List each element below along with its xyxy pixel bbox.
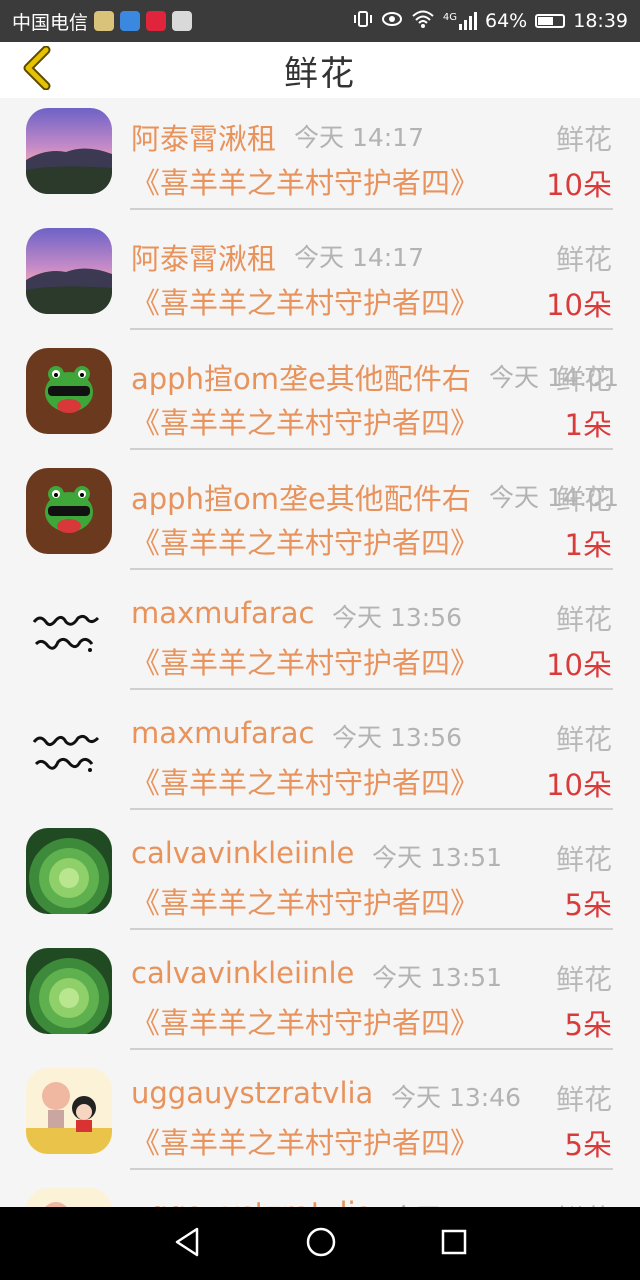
vibrate-icon (353, 9, 373, 34)
app-icon-box (172, 11, 193, 31)
back-button[interactable] (14, 45, 58, 94)
list-item[interactable]: uggauystzratvlia 今天 13:46 鲜花《喜羊羊之羊村守护者四》 5朵 (0, 1058, 640, 1178)
list-item[interactable]: calvavinkleiinle 今天 13:51 鲜花《喜羊羊之羊村守护者四》 5朵 (0, 938, 640, 1058)
flower-count: 5朵 (564, 1008, 612, 1042)
row-divider (130, 928, 613, 930)
gift-title: 《喜羊羊之羊村守护者四》 (131, 286, 480, 320)
app-icon-blue (120, 11, 141, 31)
header-bar: 鲜花 (0, 42, 640, 98)
gift-category: 鲜花 (556, 1198, 612, 1207)
flower-count: 5朵 (564, 888, 612, 922)
gift-category: 鲜花 (555, 1083, 612, 1116)
row-divider (130, 808, 613, 810)
sender-name: 阿泰霄湫租 (131, 122, 277, 156)
chevron-left-icon (20, 45, 52, 94)
row-divider (130, 1048, 613, 1050)
avatar[interactable] (26, 108, 112, 194)
sender-name: calvavinkleiinle (131, 956, 355, 990)
sender-name: calvavinkleiinle (131, 836, 355, 870)
send-time: 今天 13:46 (391, 1083, 521, 1112)
list-item[interactable]: calvavinkleiinle 今天 13:51 鲜花《喜羊羊之羊村守护者四》 5朵 (0, 818, 640, 938)
flower-count: 10朵 (546, 168, 612, 202)
sender-name: apph揎om垄e其他配件右 (131, 482, 471, 516)
send-time: 今天 14:17 (294, 123, 424, 152)
network-type-label: 4G (442, 12, 457, 23)
avatar[interactable] (26, 708, 112, 794)
sender-name: apph揎om垄e其他配件右 (131, 362, 471, 396)
battery-percent: 64% (485, 10, 528, 32)
gift-title: 《喜羊羊之羊村守护者四》 (131, 646, 480, 680)
send-time: 今天 13:46 (391, 1198, 521, 1207)
gift-category: 鲜花 (555, 363, 612, 396)
gift-category: 鲜花 (555, 123, 612, 156)
square-recent-icon[interactable] (440, 1228, 468, 1260)
system-nav-bar (0, 1207, 640, 1280)
row-divider (130, 1168, 613, 1170)
gift-record-list: 阿泰霄湫租 今天 14:17 鲜花 《喜羊羊之羊村守护者四》 10朵 阿泰霄湫租 今天 14… (0, 98, 640, 1207)
gift-title: 《喜羊羊之羊村守护者四》 (131, 886, 480, 920)
send-time: 今天 13:51 (372, 963, 502, 992)
signal-icon: 4G (443, 12, 477, 30)
status-bar: 中国电信 4G 64% 18:39 (0, 0, 640, 42)
list-item[interactable]: 阿泰霄湫租 今天 14:17 鲜花《喜羊羊之羊村守护者四》 10朵 (0, 98, 640, 218)
sender-name: 阿泰霄湫租 (131, 242, 277, 276)
page-title: 鲜花 (284, 53, 356, 94)
gift-title: 《喜羊羊之羊村守护者四》 (131, 766, 480, 800)
list-item[interactable]: maxmufarac 今天 13:56 鲜花《喜羊羊之羊村守护者四》 10朵 (0, 698, 640, 818)
row-divider (130, 568, 613, 570)
list-item[interactable]: maxmufarac 今天 13:56 鲜花《喜羊羊之羊村守护者四》 10朵 (0, 578, 640, 698)
flower-count: 10朵 (546, 288, 612, 322)
gift-title: 《喜羊羊之羊村守护者四》 (131, 166, 480, 200)
avatar[interactable] (26, 828, 112, 914)
row-divider (130, 688, 613, 690)
send-time: 今天 13:51 (372, 843, 502, 872)
carrier-label: 中国电信 (12, 11, 89, 34)
avatar[interactable] (26, 228, 112, 314)
list-item[interactable]: apph揎om垄e其他配件右 今天 14:01 鲜花 《喜羊羊之羊村守护者四》 1朵 (0, 458, 640, 578)
avatar[interactable] (26, 468, 112, 554)
avatar[interactable] (26, 348, 112, 434)
row-divider (130, 208, 613, 210)
triangle-back-icon[interactable] (172, 1226, 202, 1262)
send-time: 今天 14:17 (294, 243, 424, 272)
app-icon-yellow (94, 11, 115, 31)
flower-count: 10朵 (546, 648, 612, 682)
eye-icon (381, 9, 403, 34)
avatar[interactable] (26, 948, 112, 1034)
wifi-icon (411, 9, 435, 34)
sender-name: maxmufarac (131, 716, 315, 750)
flower-count: 1朵 (564, 528, 612, 562)
gift-category: 鲜花 (555, 963, 612, 996)
xiaohongshu-icon (146, 11, 167, 31)
clock: 18:39 (573, 10, 628, 32)
avatar[interactable] (26, 1068, 112, 1154)
gift-title: 《喜羊羊之羊村守护者四》 (131, 526, 480, 560)
row-divider (130, 328, 613, 330)
sender-name: maxmufarac (131, 596, 315, 630)
gift-category: 鲜花 (555, 243, 612, 276)
circle-home-icon[interactable] (305, 1226, 337, 1262)
row-divider (130, 448, 613, 450)
gift-title: 《喜羊羊之羊村守护者四》 (131, 1006, 480, 1040)
gift-category: 鲜花 (555, 723, 612, 756)
gift-category: 鲜花 (555, 843, 612, 876)
list-item[interactable]: uggauystzratvlia今天 13:46鲜花《喜羊羊之羊村守护者四》5朵 (0, 1178, 640, 1207)
gift-category: 鲜花 (555, 483, 612, 516)
gift-title: 《喜羊羊之羊村守护者四》 (131, 406, 480, 440)
flower-count: 1朵 (564, 408, 612, 442)
avatar[interactable] (26, 1188, 112, 1207)
gift-title: 《喜羊羊之羊村守护者四》 (131, 1126, 480, 1160)
list-item[interactable]: 阿泰霄湫租 今天 14:17 鲜花《喜羊羊之羊村守护者四》 10朵 (0, 218, 640, 338)
avatar[interactable] (26, 588, 112, 674)
list-item[interactable]: apph揎om垄e其他配件右 今天 14:01 鲜花 《喜羊羊之羊村守护者四》 1朵 (0, 338, 640, 458)
gift-category: 鲜花 (555, 603, 612, 636)
sender-name: uggauystzratvlia (131, 1196, 373, 1207)
battery-icon (535, 14, 566, 28)
send-time: 今天 13:56 (332, 603, 462, 632)
sender-name: uggauystzratvlia (131, 1076, 374, 1110)
flower-count: 5朵 (564, 1128, 612, 1162)
flower-count: 10朵 (546, 768, 612, 802)
send-time: 今天 13:56 (332, 723, 462, 752)
